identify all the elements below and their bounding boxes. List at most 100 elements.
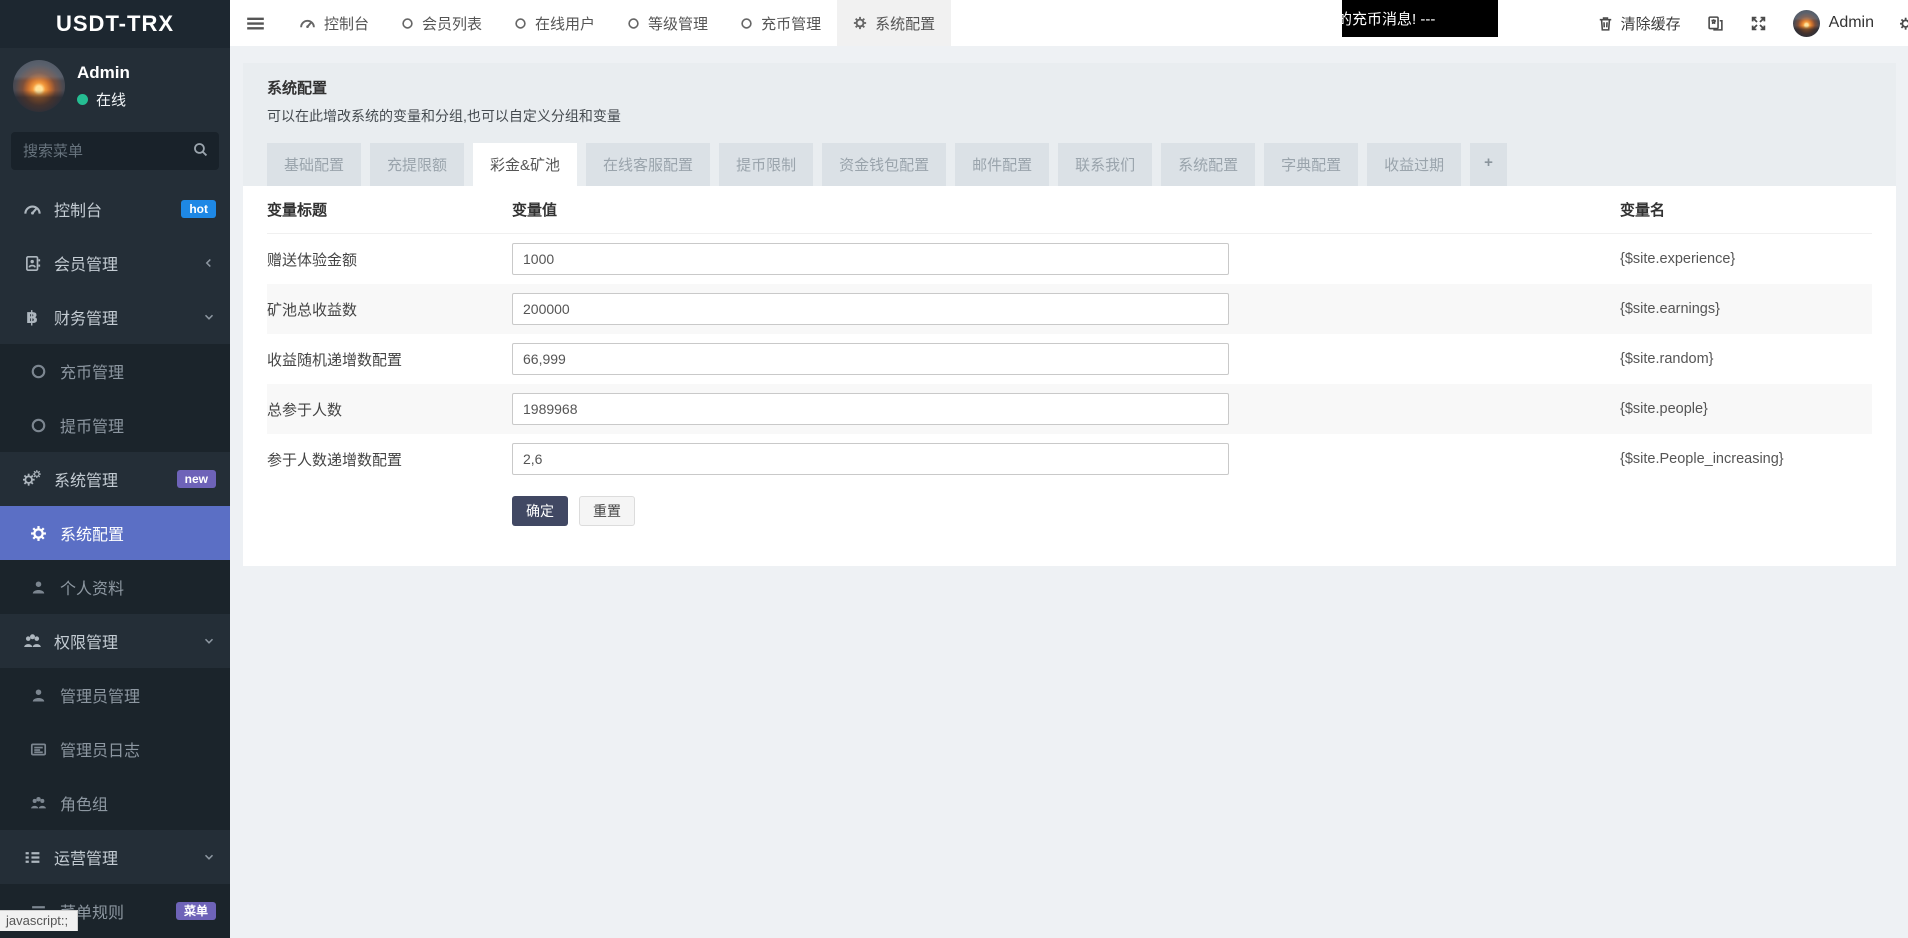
settings-gears-icon[interactable] [1900, 14, 1908, 33]
row-varname: {$site.people} [1620, 401, 1872, 417]
nav-tab-label: 等级管理 [648, 13, 708, 34]
sidebar-item-label: 会员管理 [54, 251, 118, 275]
user-name: Admin [77, 63, 130, 83]
experience-input[interactable] [512, 243, 1229, 275]
row-varname: {$site.experience} [1620, 251, 1872, 267]
tab-mail-config[interactable]: 邮件配置 [955, 143, 1049, 186]
sidebar-item-role-group[interactable]: 角色组 [0, 776, 230, 830]
list-icon [20, 849, 44, 866]
sidebar-item-finance[interactable]: ฿ 财务管理 [0, 290, 230, 344]
sidebar-item-label: 控制台 [54, 197, 102, 221]
tab-system-config[interactable]: 系统配置 [1161, 143, 1255, 186]
row-label: 总参于人数 [267, 399, 512, 420]
hot-badge: hot [181, 200, 216, 218]
sidebar-item-deposit[interactable]: 充币管理 [0, 344, 230, 398]
random-input[interactable] [512, 343, 1229, 375]
nav-tab-label: 控制台 [324, 13, 369, 34]
user-panel: Admin 在线 [0, 48, 230, 122]
sidebar-item-label: 系统管理 [54, 467, 118, 491]
menu-search-input[interactable] [11, 132, 219, 170]
table-row: 总参于人数 {$site.people} [267, 384, 1872, 434]
chevron-down-icon [202, 310, 216, 324]
sidebar-item-withdraw[interactable]: 提币管理 [0, 398, 230, 452]
tab-dict-config[interactable]: 字典配置 [1264, 143, 1358, 186]
tab-add-button[interactable]: + [1470, 143, 1507, 186]
user-icon [26, 579, 50, 596]
earnings-input[interactable] [512, 293, 1229, 325]
nav-tab-dashboard[interactable]: 控制台 [283, 0, 385, 46]
main-content: 系统配置 可以在此增改系统的变量和分组,也可以自定义分组和变量 基础配置 充提限… [230, 46, 1908, 931]
users-icon [26, 795, 50, 812]
row-label: 矿池总收益数 [267, 299, 512, 320]
row-varname: {$site.random} [1620, 351, 1872, 367]
page-subtitle: 可以在此增改系统的变量和分组,也可以自定义分组和变量 [267, 106, 1872, 126]
sidebar-item-admin-log[interactable]: 管理员日志 [0, 722, 230, 776]
panel-heading: 系统配置 可以在此增改系统的变量和分组,也可以自定义分组和变量 基础配置 充提限… [243, 63, 1896, 186]
people-increasing-input[interactable] [512, 443, 1229, 475]
sidebar-item-permissions[interactable]: 权限管理 [0, 614, 230, 668]
config-table: 变量标题 变量值 变量名 赠送体验金额 {$site.experience} 矿… [243, 186, 1896, 566]
user-menu[interactable]: Admin [1793, 10, 1874, 37]
nav-tab-system-config[interactable]: 系统配置 [837, 0, 951, 46]
table-header-row: 变量标题 变量值 变量名 [267, 186, 1872, 234]
sidebar-item-members[interactable]: 会员管理 [0, 236, 230, 290]
submit-button[interactable]: 确定 [512, 496, 568, 526]
avatar[interactable] [13, 60, 65, 112]
config-tabs: 基础配置 充提限额 彩金&矿池 在线客服配置 提币限制 资金钱包配置 邮件配置 … [267, 143, 1872, 186]
nav-tab-label: 系统配置 [875, 13, 935, 34]
page-title: 系统配置 [267, 77, 1872, 98]
notification-marquee[interactable]: 的充币消息! --- [1342, 0, 1498, 37]
top-nav: 控制台 会员列表 在线用户 等级管理 充币管理 系统配置 的充币消息! --- … [230, 0, 1908, 46]
menu-badge: 菜单 [176, 902, 216, 920]
users-icon [20, 632, 44, 651]
sidebar-item-label: 充币管理 [60, 359, 124, 383]
bitcoin-icon: ฿ [20, 309, 44, 326]
tab-base-config[interactable]: 基础配置 [267, 143, 361, 186]
gear-icon [853, 16, 867, 30]
translate-icon[interactable] [1707, 15, 1724, 32]
sidebar-item-label: 权限管理 [54, 629, 118, 653]
gears-icon [20, 470, 44, 489]
reset-button[interactable]: 重置 [579, 496, 635, 526]
nav-tab-label: 在线用户 [535, 13, 595, 34]
new-badge: new [177, 470, 216, 488]
address-book-icon [20, 255, 44, 272]
sidebar-item-system-config[interactable]: 系统配置 [0, 506, 230, 560]
people-input[interactable] [512, 393, 1229, 425]
sidebar-item-operations[interactable]: 运营管理 [0, 830, 230, 884]
sidebar-item-label: 运营管理 [54, 845, 118, 869]
dashboard-icon [20, 200, 44, 219]
circle-icon [740, 17, 753, 30]
hamburger-icon[interactable] [230, 0, 283, 46]
tab-withdraw-limit[interactable]: 提币限制 [719, 143, 813, 186]
nav-tab-deposit-manage[interactable]: 充币管理 [724, 0, 837, 46]
row-varname: {$site.People_increasing} [1620, 451, 1872, 467]
tab-limit-config[interactable]: 充提限额 [370, 143, 464, 186]
search-icon [192, 141, 209, 158]
row-label: 赠送体验金额 [267, 249, 512, 270]
sidebar-item-dashboard[interactable]: 控制台 hot [0, 182, 230, 236]
tab-earning-expire[interactable]: 收益过期 [1367, 143, 1461, 186]
table-row: 矿池总收益数 {$site.earnings} [267, 284, 1872, 334]
sidebar-item-admin-manage[interactable]: 管理员管理 [0, 668, 230, 722]
sidebar-item-label: 管理员日志 [60, 737, 140, 761]
circle-icon [401, 17, 414, 30]
clear-cache-button[interactable]: 清除缓存 [1597, 13, 1681, 34]
notification-text: 的充币消息! --- [1342, 8, 1435, 29]
sidebar-item-profile[interactable]: 个人资料 [0, 560, 230, 614]
tab-bonus-pool[interactable]: 彩金&矿池 [473, 143, 577, 186]
tab-wallet-config[interactable]: 资金钱包配置 [822, 143, 946, 186]
fullscreen-icon[interactable] [1750, 15, 1767, 32]
chevron-down-icon [202, 634, 216, 648]
sidebar-item-label: 角色组 [60, 791, 108, 815]
circle-icon [26, 363, 50, 380]
menu-search [11, 132, 219, 170]
tab-contact-us[interactable]: 联系我们 [1058, 143, 1152, 186]
user-icon [26, 687, 50, 704]
table-row: 参于人数递增数配置 {$site.People_increasing} [267, 434, 1872, 484]
sidebar-item-system[interactable]: 系统管理 new [0, 452, 230, 506]
tab-online-service[interactable]: 在线客服配置 [586, 143, 710, 186]
nav-tab-online-users[interactable]: 在线用户 [498, 0, 611, 46]
nav-tab-level-manage[interactable]: 等级管理 [611, 0, 724, 46]
nav-tab-member-list[interactable]: 会员列表 [385, 0, 498, 46]
